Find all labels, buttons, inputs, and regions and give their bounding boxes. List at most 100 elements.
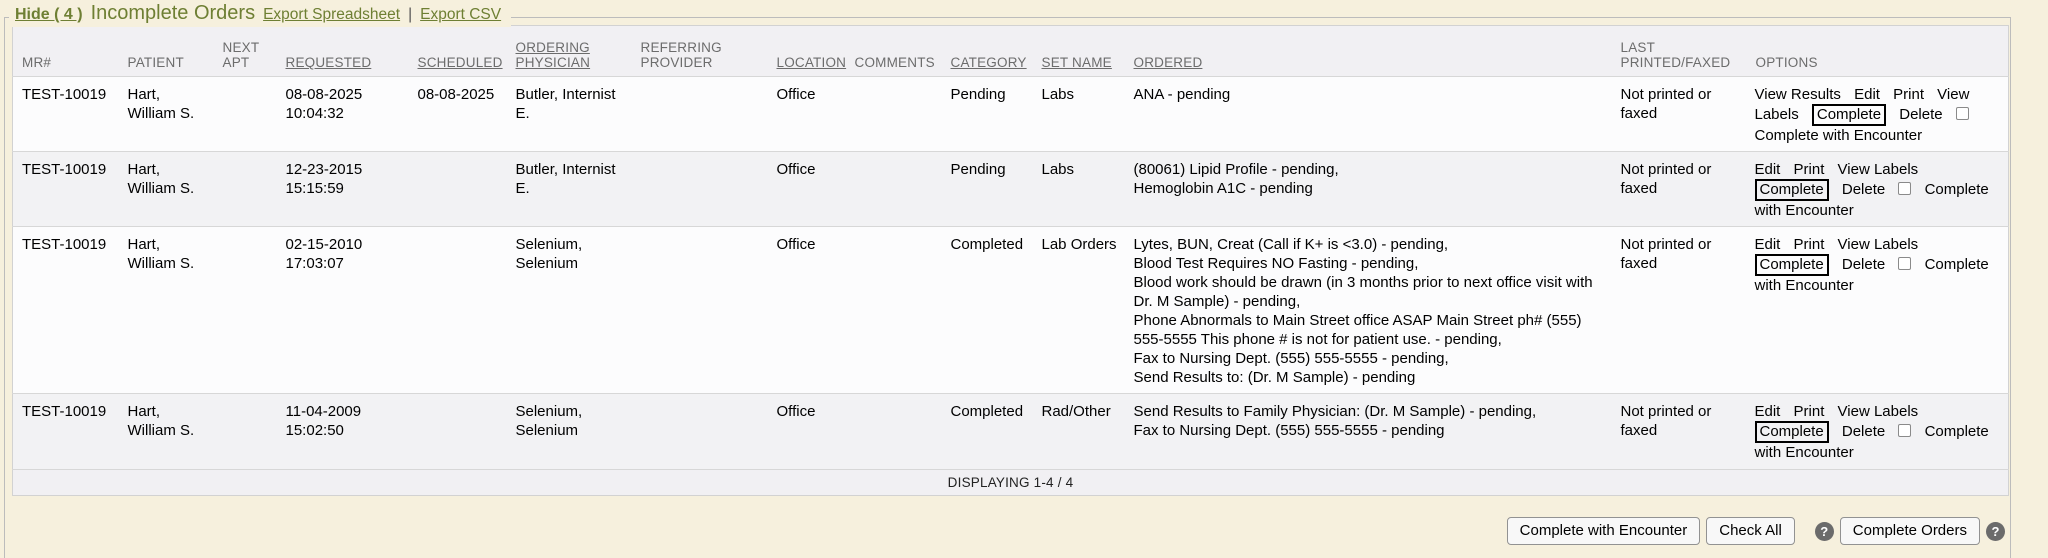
cell-comments [846, 394, 942, 470]
cell-patient: Hart, William S. [119, 394, 214, 470]
column-header-scheduled[interactable]: SCHEDULED [409, 26, 507, 77]
order-row: TEST-10019Hart, William S.02-15-2010 17:… [13, 227, 2009, 394]
delete-link[interactable]: Delete [1842, 256, 1885, 273]
cell-set-name: Labs [1033, 152, 1125, 227]
cell-set-name: Lab Orders [1033, 227, 1125, 394]
column-header-mr: MR# [13, 26, 119, 77]
print-link[interactable]: Print [1794, 403, 1825, 420]
cell-patient: Hart, William S. [119, 152, 214, 227]
cell-comments [846, 227, 942, 394]
complete-with-encounter-checkbox[interactable] [1898, 257, 1911, 270]
complete-order-button[interactable]: Complete [1755, 421, 1829, 443]
cell-options: Edit Print View Labels Complete Delete C… [1747, 227, 2009, 394]
cell-mr: TEST-10019 [13, 77, 119, 152]
cell-set-name: Labs [1033, 77, 1125, 152]
cell-last-printed-faxed: Not printed or faxed [1612, 394, 1747, 470]
page-title: Incomplete Orders [91, 2, 256, 25]
view-labels-link[interactable]: View Labels [1838, 236, 1919, 253]
cell-ordering-physician: Selenium, Selenium [507, 394, 632, 470]
print-link[interactable]: Print [1893, 86, 1924, 103]
delete-link[interactable]: Delete [1842, 423, 1885, 440]
cell-ordered: Send Results to Family Physician: (Dr. M… [1125, 394, 1612, 470]
incomplete-orders-panel: Hide ( 4 ) Incomplete Orders Export Spre… [4, 17, 2011, 558]
cell-scheduled: 08-08-2025 [409, 77, 507, 152]
hide-toggle-link[interactable]: Hide ( 4 ) [15, 6, 83, 24]
edit-link[interactable]: Edit [1755, 403, 1781, 420]
complete-order-button[interactable]: Complete [1755, 254, 1829, 276]
cell-next-apt [214, 227, 277, 394]
column-header-category[interactable]: CATEGORY [942, 26, 1033, 77]
cell-category: Completed [942, 227, 1033, 394]
cell-referring-provider [632, 394, 768, 470]
order-row: TEST-10019Hart, William S.08-08-2025 10:… [13, 77, 2009, 152]
legend-separator: | [408, 6, 412, 24]
complete-order-button[interactable]: Complete [1812, 104, 1886, 126]
print-link[interactable]: Print [1794, 236, 1825, 253]
complete-with-encounter-checkbox[interactable] [1898, 424, 1911, 437]
view-labels-link[interactable]: View Labels [1838, 161, 1919, 178]
orders-table-wrap: MR#PATIENTNEXT APTREQUESTEDSCHEDULEDORDE… [12, 25, 2009, 496]
cell-referring-provider [632, 152, 768, 227]
edit-link[interactable]: Edit [1854, 86, 1880, 103]
view-labels-link[interactable]: View Labels [1838, 403, 1919, 420]
cell-last-printed-faxed: Not printed or faxed [1612, 77, 1747, 152]
complete-with-encounter-checkbox[interactable] [1898, 182, 1911, 195]
cell-location: Office [768, 77, 846, 152]
column-header-referring-provider: REFERRING PROVIDER [632, 26, 768, 77]
cell-mr: TEST-10019 [13, 152, 119, 227]
order-row: TEST-10019Hart, William S.12-23-2015 15:… [13, 152, 2009, 227]
edit-link[interactable]: Edit [1755, 236, 1781, 253]
column-header-last-printed-faxed: LAST PRINTED/FAXED [1612, 26, 1747, 77]
print-link[interactable]: Print [1794, 161, 1825, 178]
cell-options: View Results Edit Print View Labels Comp… [1747, 77, 2009, 152]
cell-mr: TEST-10019 [13, 394, 119, 470]
cell-category: Pending [942, 77, 1033, 152]
column-header-next-apt: NEXT APT [214, 26, 277, 77]
cell-last-printed-faxed: Not printed or faxed [1612, 152, 1747, 227]
cell-scheduled [409, 227, 507, 394]
complete-orders-button[interactable]: Complete Orders [1840, 517, 1980, 545]
delete-link[interactable]: Delete [1899, 106, 1942, 123]
cell-scheduled [409, 152, 507, 227]
panel-legend: Hide ( 4 ) Incomplete Orders Export Spre… [9, 2, 511, 27]
table-header-row: MR#PATIENTNEXT APTREQUESTEDSCHEDULEDORDE… [13, 26, 2009, 77]
complete-with-encounter-button[interactable]: Complete with Encounter [1507, 517, 1701, 545]
cell-category: Pending [942, 152, 1033, 227]
cell-comments [846, 77, 942, 152]
cell-requested: 02-15-2010 17:03:07 [277, 227, 409, 394]
displaying-status: DISPLAYING 1-4 / 4 [13, 470, 2009, 496]
cell-options: Edit Print View Labels Complete Delete C… [1747, 152, 2009, 227]
cell-ordering-physician: Butler, Internist E. [507, 77, 632, 152]
action-bar: Complete with Encounter Check All ? Comp… [1507, 517, 2005, 545]
complete-order-button[interactable]: Complete [1755, 179, 1829, 201]
paging-row: DISPLAYING 1-4 / 4 [13, 470, 2009, 496]
column-header-location[interactable]: LOCATION [768, 26, 846, 77]
column-header-ordering-physician[interactable]: ORDERING PHYSICIAN [507, 26, 632, 77]
column-header-requested[interactable]: REQUESTED [277, 26, 409, 77]
cell-mr: TEST-10019 [13, 227, 119, 394]
cell-scheduled [409, 394, 507, 470]
cell-patient: Hart, William S. [119, 77, 214, 152]
complete-with-encounter-link[interactable]: Complete with Encounter [1755, 127, 1923, 144]
help-icon[interactable]: ? [1986, 522, 2005, 541]
cell-last-printed-faxed: Not printed or faxed [1612, 227, 1747, 394]
help-icon[interactable]: ? [1815, 522, 1834, 541]
table-body: TEST-10019Hart, William S.08-08-2025 10:… [13, 77, 2009, 470]
cell-ordering-physician: Butler, Internist E. [507, 152, 632, 227]
cell-next-apt [214, 152, 277, 227]
view-results-link[interactable]: View Results [1755, 86, 1841, 103]
cell-requested: 11-04-2009 15:02:50 [277, 394, 409, 470]
column-header-comments: COMMENTS [846, 26, 942, 77]
edit-link[interactable]: Edit [1755, 161, 1781, 178]
cell-ordered: (80061) Lipid Profile - pending, Hemoglo… [1125, 152, 1612, 227]
complete-with-encounter-checkbox[interactable] [1956, 107, 1969, 120]
cell-referring-provider [632, 227, 768, 394]
check-all-button[interactable]: Check All [1706, 517, 1795, 545]
delete-link[interactable]: Delete [1842, 181, 1885, 198]
cell-ordering-physician: Selenium, Selenium [507, 227, 632, 394]
cell-options: Edit Print View Labels Complete Delete C… [1747, 394, 2009, 470]
column-header-ordered[interactable]: ORDERED [1125, 26, 1612, 77]
export-csv-link[interactable]: Export CSV [420, 6, 501, 24]
column-header-set-name[interactable]: SET NAME [1033, 26, 1125, 77]
export-spreadsheet-link[interactable]: Export Spreadsheet [263, 6, 400, 24]
